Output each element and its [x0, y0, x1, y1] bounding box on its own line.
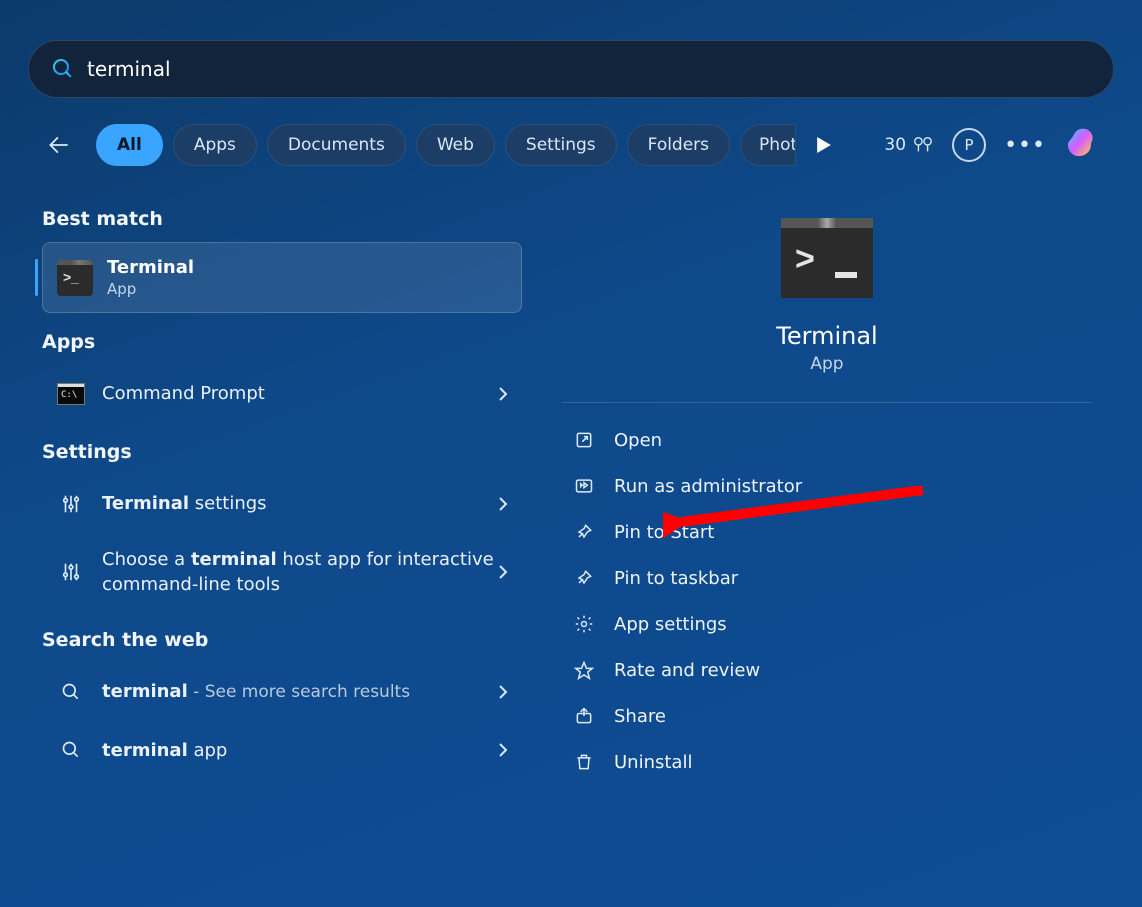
action-pin-to-start[interactable]: Pin to Start	[562, 509, 1092, 555]
chip-label: Settings	[526, 135, 596, 155]
action-label: Uninstall	[614, 752, 692, 773]
action-label: Run as administrator	[614, 476, 802, 497]
rewards-count: 30	[884, 135, 906, 155]
rewards-button[interactable]: 30	[884, 134, 934, 156]
filter-web[interactable]: Web	[416, 124, 495, 166]
chip-label: Documents	[288, 135, 385, 155]
back-button[interactable]	[40, 126, 78, 164]
filter-settings[interactable]: Settings	[505, 124, 617, 166]
result-terminal-host[interactable]: Choose a terminal host app for interacti…	[42, 533, 522, 611]
result-web-terminal-app[interactable]: terminal app	[42, 721, 522, 779]
filter-all[interactable]: All	[96, 124, 163, 166]
settings-icon	[56, 557, 86, 587]
filter-row: All Apps Documents Web Settings Folders …	[40, 120, 1102, 170]
profile-initial: P	[965, 136, 974, 154]
result-label: terminal - See more search results	[102, 679, 498, 705]
action-share[interactable]: Share	[562, 693, 1092, 739]
result-label: Choose a terminal host app for interacti…	[102, 547, 498, 597]
filter-apps[interactable]: Apps	[173, 124, 257, 166]
detail-title: Terminal	[776, 322, 877, 350]
action-run-as-admin[interactable]: Run as administrator	[562, 463, 1092, 509]
settings-icon	[56, 489, 86, 519]
chevron-right-icon	[498, 386, 508, 402]
chevron-right-icon	[498, 496, 508, 512]
best-match-heading: Best match	[42, 208, 522, 230]
result-terminal-settings[interactable]: Terminal settings	[42, 475, 522, 533]
settings-heading: Settings	[42, 441, 522, 463]
chevron-right-icon	[498, 684, 508, 700]
command-prompt-icon: C:\	[56, 379, 86, 409]
terminal-icon: >	[781, 218, 873, 298]
action-label: Open	[614, 430, 662, 451]
filter-photos[interactable]: Photos	[740, 124, 796, 166]
filter-documents[interactable]: Documents	[267, 124, 406, 166]
share-icon	[570, 705, 598, 727]
rewards-icon	[912, 134, 934, 156]
best-match-title: Terminal	[107, 257, 194, 278]
search-icon	[56, 677, 86, 707]
chevron-right-icon	[498, 564, 508, 580]
detail-pane: > Terminal App Open Run as administrator…	[540, 190, 1114, 907]
results-pane: Best match >_ Terminal App Apps C:\ Comm…	[42, 190, 522, 779]
pin-icon	[570, 521, 598, 543]
result-command-prompt[interactable]: C:\ Command Prompt	[42, 365, 522, 423]
best-match-subtitle: App	[107, 280, 194, 298]
action-label: Share	[614, 706, 666, 727]
chip-label: All	[117, 135, 142, 155]
action-open[interactable]: Open	[562, 417, 1092, 463]
action-pin-to-taskbar[interactable]: Pin to taskbar	[562, 555, 1092, 601]
profile-button[interactable]: P	[952, 128, 986, 162]
chip-label: Photos	[759, 135, 796, 155]
search-bar	[28, 40, 1114, 98]
result-web-terminal[interactable]: terminal - See more search results	[42, 663, 522, 721]
search-icon	[56, 735, 86, 765]
terminal-icon: >_	[57, 260, 93, 296]
search-input[interactable]	[87, 57, 1091, 81]
open-icon	[570, 429, 598, 451]
action-label: Rate and review	[614, 660, 760, 681]
action-label: Pin to Start	[614, 522, 714, 543]
filters-overflow-button[interactable]	[806, 127, 842, 163]
action-app-settings[interactable]: App settings	[562, 601, 1092, 647]
apps-heading: Apps	[42, 331, 522, 353]
shield-icon	[570, 475, 598, 497]
action-label: Pin to taskbar	[614, 568, 738, 589]
action-label: App settings	[614, 614, 727, 635]
chip-label: Folders	[648, 135, 709, 155]
more-button[interactable]: •••	[1004, 133, 1046, 158]
copilot-button[interactable]	[1064, 126, 1102, 164]
gear-icon	[570, 613, 598, 635]
result-label: Terminal settings	[102, 491, 498, 516]
detail-subtitle: App	[810, 354, 843, 374]
search-icon	[51, 57, 75, 81]
result-label: terminal app	[102, 738, 498, 763]
filter-folders[interactable]: Folders	[627, 124, 730, 166]
action-rate-review[interactable]: Rate and review	[562, 647, 1092, 693]
action-uninstall[interactable]: Uninstall	[562, 739, 1092, 785]
chevron-right-icon	[498, 742, 508, 758]
chip-label: Apps	[194, 135, 236, 155]
result-label: Command Prompt	[102, 381, 498, 406]
best-match-result[interactable]: >_ Terminal App	[42, 242, 522, 313]
trash-icon	[570, 751, 598, 773]
pin-icon	[570, 567, 598, 589]
web-heading: Search the web	[42, 629, 522, 651]
chip-label: Web	[437, 135, 474, 155]
star-icon	[570, 659, 598, 681]
